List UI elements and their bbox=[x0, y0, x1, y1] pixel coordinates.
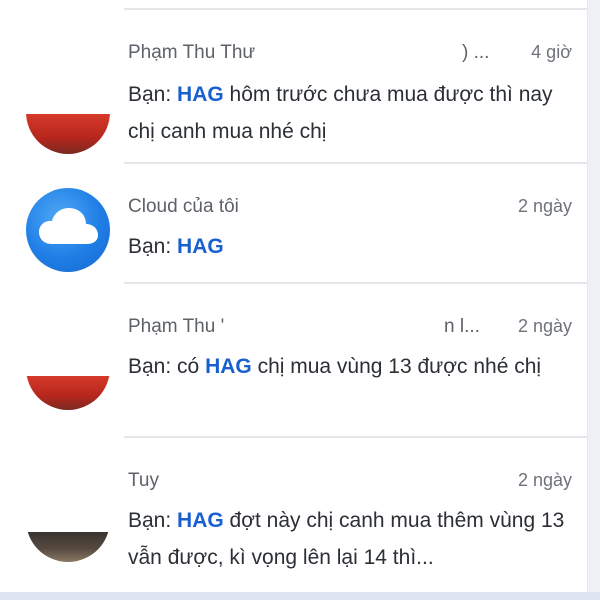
message-time: 4 giờ bbox=[531, 42, 572, 62]
name-trail: n l... bbox=[444, 316, 480, 337]
avatar bbox=[26, 326, 110, 410]
message-preview: Bạn: có HAG chị mua vùng 13 được nhé chị bbox=[128, 348, 578, 385]
message-preview: Bạn: HAG đợt này chị canh mua thêm vùng … bbox=[128, 502, 578, 576]
conversation-item[interactable]: Tuy 2 ngày Bạn: HAG đợt này chị canh mua… bbox=[0, 438, 600, 592]
message-highlight: HAG bbox=[205, 355, 252, 378]
conversation-item[interactable]: Cloud của tôi 2 ngày Bạn: HAG bbox=[0, 164, 600, 282]
message-time: 2 ngày bbox=[517, 196, 572, 216]
bottom-bar bbox=[0, 592, 600, 600]
message-time: 2 ngày bbox=[517, 316, 572, 336]
conversation-list: Phạm Thu Thư ) ... 4 giờ Bạn: HAG hôm tr… bbox=[0, 0, 600, 600]
contact-name: Cloud của tôi bbox=[128, 196, 239, 217]
message-highlight: HAG bbox=[177, 509, 224, 532]
avatar bbox=[26, 478, 110, 562]
message-prefix: Bạn: bbox=[128, 83, 178, 106]
message-preview: Bạn: HAG bbox=[128, 228, 578, 265]
message-preview: Bạn: HAG hôm trước chưa mua được thì nay… bbox=[128, 76, 578, 150]
contact-name: Phạm Thu Thư bbox=[128, 42, 256, 63]
message-time: 2 ngày bbox=[517, 470, 572, 490]
conversation-item[interactable]: Phạm Thu ' n l... 2 ngày Bạn: có HAG chị… bbox=[0, 284, 600, 436]
avatar bbox=[26, 188, 110, 272]
contact-name: Tuy bbox=[128, 470, 159, 491]
message-prefix: Bạn: bbox=[128, 509, 178, 532]
scrollbar-track[interactable] bbox=[587, 0, 600, 600]
message-prefix: Bạn: có bbox=[128, 355, 206, 378]
avatar bbox=[26, 70, 110, 154]
name-trail: ) ... bbox=[462, 42, 490, 63]
contact-name: Phạm Thu ' bbox=[128, 316, 225, 337]
conversation-item[interactable]: Phạm Thu Thư ) ... 4 giờ Bạn: HAG hôm tr… bbox=[0, 10, 600, 162]
message-highlight: HAG bbox=[177, 83, 224, 106]
message-highlight: HAG bbox=[177, 235, 224, 258]
cloud-icon bbox=[39, 208, 98, 244]
message-prefix: Bạn: bbox=[128, 235, 178, 258]
message-text: chị mua vùng 13 được nhé chị bbox=[251, 355, 542, 378]
